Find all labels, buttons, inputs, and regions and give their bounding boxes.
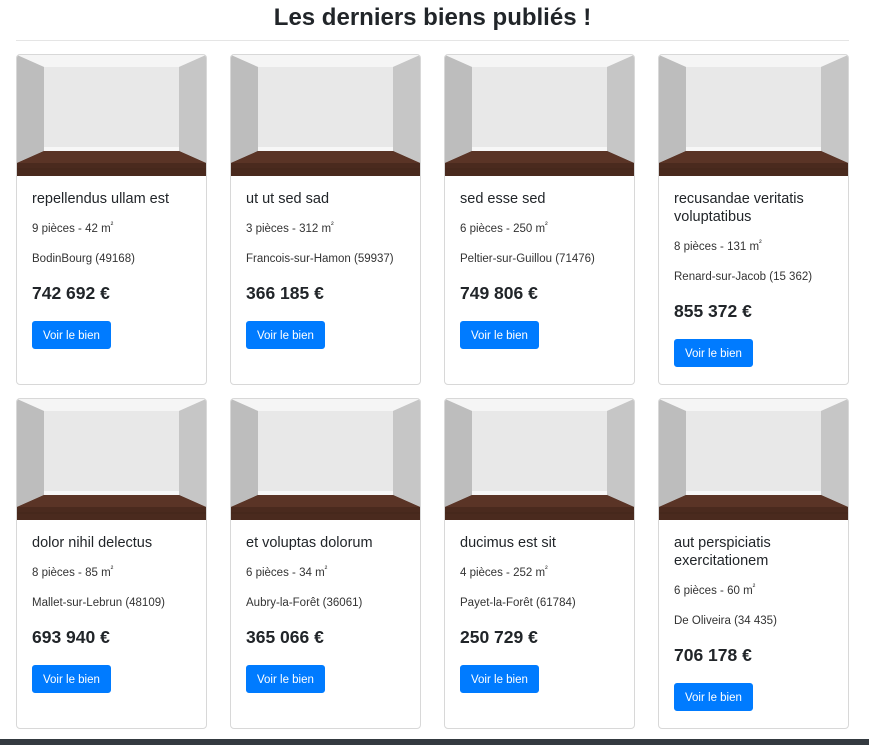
listing-price: 365 066 € [246,626,324,647]
listing-city: Peltier-sur-Guillou (71476) [460,252,595,265]
listing-rooms: 9 pièces [32,222,75,235]
view-property-button[interactable]: Voir le bien [246,320,325,349]
listings-grid: repellendus ullam est 9 pièces - 42 m² B… [16,54,849,729]
listing-specs: 6 pièces - 34 m² [246,564,328,579]
listing-title: et voluptas dolorum [246,535,373,551]
view-property-button[interactable]: Voir le bien [246,664,325,693]
listing-price: 693 940 € [32,626,110,647]
listing-city: Renard-sur-Jacob (15 362) [674,270,813,283]
room-image [17,399,206,520]
room-image [445,55,634,176]
listing-title: dolor nihil delectus [32,535,153,551]
listing-rooms: 6 pièces [246,566,289,579]
page-title: Les derniers biens publiés ! [16,0,849,41]
listing-city: BodinBourg (49168) [32,252,135,265]
listing-area: 34 m [299,566,325,579]
listing-area-unit: ² [331,220,334,229]
listing-area-unit: ² [110,220,114,229]
listing-area: 252 m [513,566,546,579]
property-card: aut perspiciatis exercitationem 6 pièces… [658,398,849,729]
listing-price: 366 185 € [246,282,324,303]
listing-rooms: 8 pièces [32,566,75,579]
listing-price: 742 692 € [32,282,110,303]
property-card: dolor nihil delectus 8 pièces - 85 m² Ma… [16,398,207,729]
property-card: et voluptas dolorum 6 pièces - 34 m² Aub… [230,398,421,729]
room-image [17,55,206,176]
room-image [231,55,420,176]
listing-price: 706 178 € [674,644,752,665]
listing-area-unit: ² [110,564,114,573]
listing-specs: 4 pièces - 252 m² [460,564,548,579]
listing-price: 749 806 € [460,282,538,303]
listing-rooms: 6 pièces [460,222,503,235]
listing-rooms: 3 pièces [246,222,289,235]
listing-price: 855 372 € [674,300,752,321]
room-image [659,399,848,520]
listing-title: ut ut sed sad [246,191,330,207]
listing-rooms: 6 pièces [674,584,717,597]
room-image [659,55,848,176]
listing-area-unit: ² [545,220,548,229]
room-image [445,399,634,520]
property-card: repellendus ullam est 9 pièces - 42 m² B… [16,54,207,385]
room-image [231,399,420,520]
listing-specs: 3 pièces - 312 m² [246,220,334,235]
listing-rooms: 8 pièces [674,240,717,253]
listing-rooms: 4 pièces [460,566,503,579]
view-property-button[interactable]: Voir le bien [32,664,111,693]
listing-specs: 8 pièces - 85 m² [32,564,114,579]
property-card: recusandae veritatis voluptatibus 8 pièc… [658,54,849,385]
listing-area-unit: ² [752,582,756,591]
listing-specs: 8 pièces - 131 m² [674,238,762,253]
listing-area-unit: ² [545,564,548,573]
footer-bar [0,739,869,745]
listing-title: aut perspiciatis exercitationem [674,535,771,569]
listing-price: 250 729 € [460,626,538,647]
listing-area: 250 m [513,222,546,235]
listing-city: Aubry-la-Forêt (36061) [246,596,363,609]
view-property-button[interactable]: Voir le bien [674,682,753,711]
listing-area-unit: ² [759,238,762,247]
listing-specs: 6 pièces - 60 m² [674,582,756,597]
listing-area: 131 m [727,240,760,253]
listing-title: sed esse sed [460,191,546,207]
listing-area: 42 m [85,222,111,235]
listing-area: 60 m [727,584,753,597]
listing-area: 312 m [299,222,332,235]
property-card: ducimus est sit 4 pièces - 252 m² Payet-… [444,398,635,729]
view-property-button[interactable]: Voir le bien [460,664,539,693]
listing-specs: 9 pièces - 42 m² [32,220,114,235]
view-property-button[interactable]: Voir le bien [32,320,111,349]
property-card: sed esse sed 6 pièces - 250 m² Peltier-s… [444,54,635,385]
listing-specs: 6 pièces - 250 m² [460,220,548,235]
listing-area: 85 m [85,566,111,579]
property-card: ut ut sed sad 3 pièces - 312 m² Francois… [230,54,421,385]
listing-title: repellendus ullam est [32,191,170,207]
listing-city: Francois-sur-Hamon (59937) [246,252,394,265]
view-property-button[interactable]: Voir le bien [674,338,753,367]
listing-title: recusandae veritatis voluptatibus [674,191,804,225]
listing-city: De Oliveira (34 435) [674,614,777,627]
view-property-button[interactable]: Voir le bien [460,320,539,349]
listing-city: Payet-la-Forêt (61784) [460,596,576,609]
listing-area-unit: ² [324,564,328,573]
listing-title: ducimus est sit [460,535,556,551]
listing-city: Mallet-sur-Lebrun (48109) [32,596,165,609]
